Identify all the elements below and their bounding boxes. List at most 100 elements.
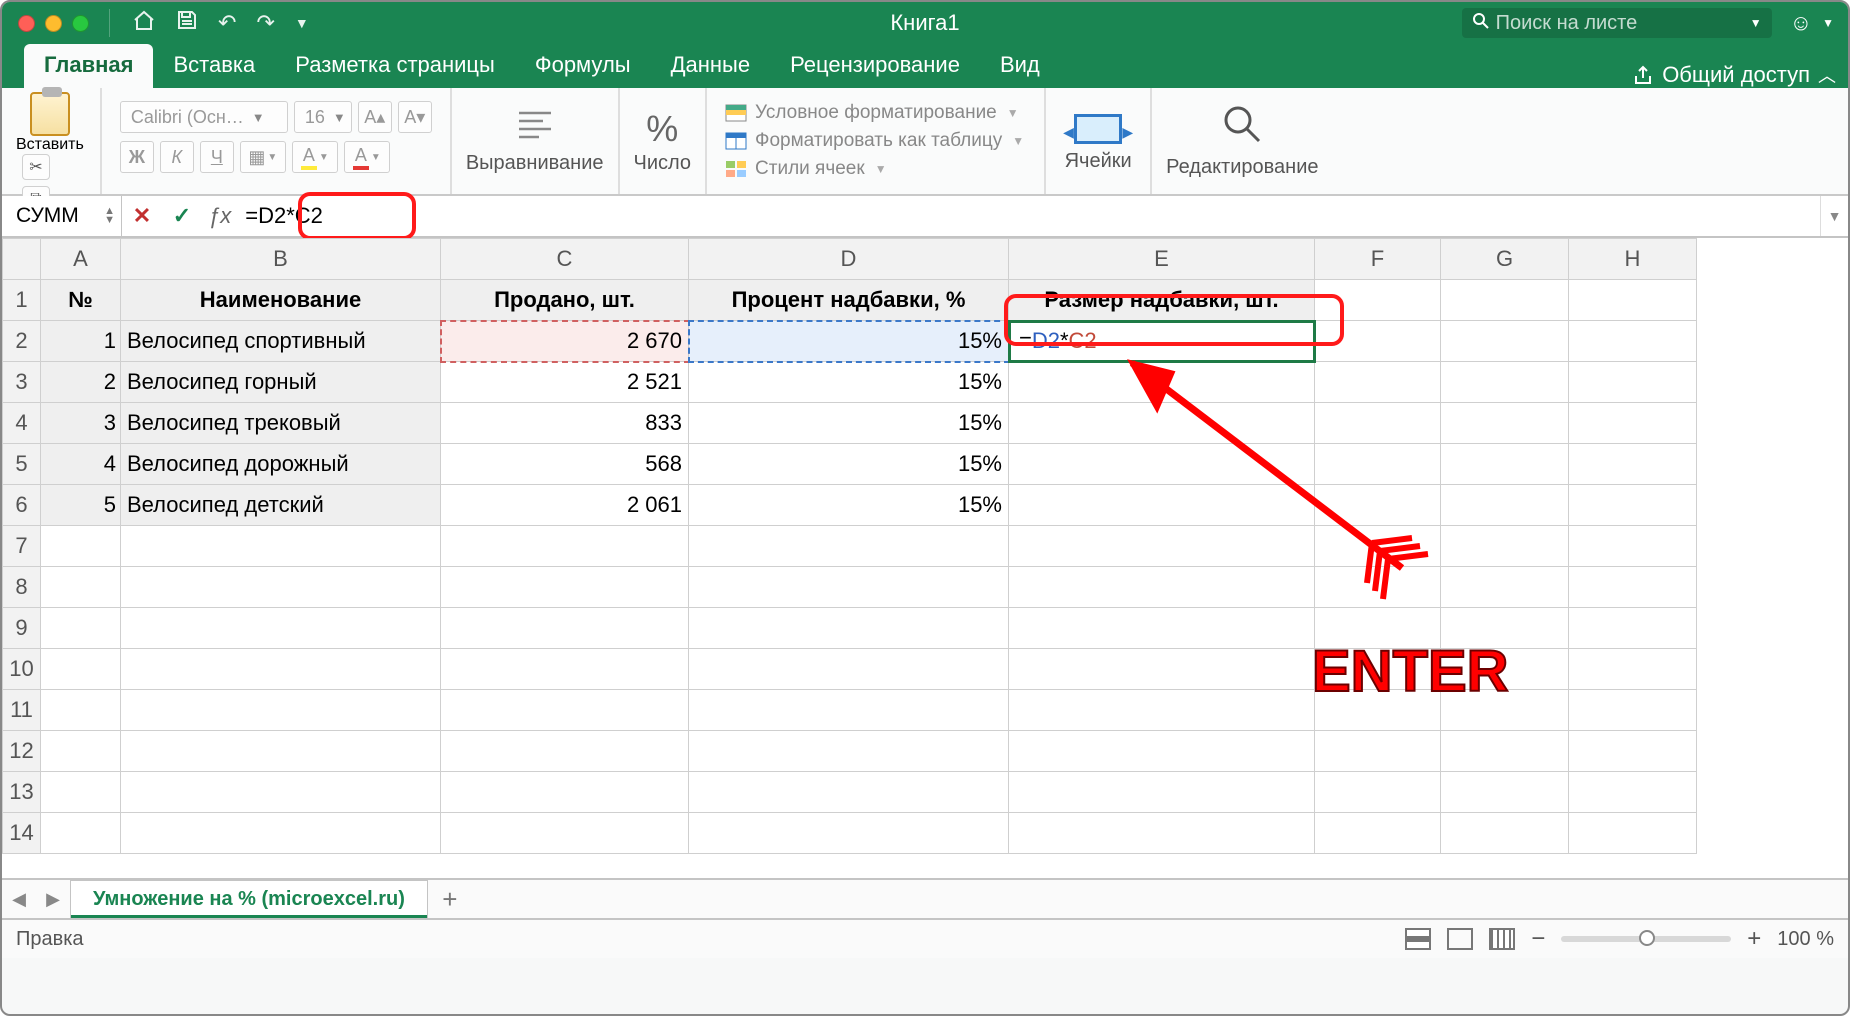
- spreadsheet-grid[interactable]: A B C D E F G H 1 № Наименование Продано…: [2, 238, 1848, 878]
- row-header-8[interactable]: 8: [3, 567, 41, 608]
- italic-button[interactable]: К: [160, 141, 194, 173]
- cell-G2[interactable]: [1441, 321, 1569, 362]
- tab-view[interactable]: Вид: [980, 44, 1060, 88]
- font-name-select[interactable]: Calibri (Осн…▼: [120, 101, 288, 133]
- row-header-13[interactable]: 13: [3, 772, 41, 813]
- redo-icon[interactable]: ↷: [246, 10, 284, 36]
- row-header-14[interactable]: 14: [3, 813, 41, 854]
- cell-A4[interactable]: 3: [41, 403, 121, 444]
- row-header-6[interactable]: 6: [3, 485, 41, 526]
- row-header-3[interactable]: 3: [3, 362, 41, 403]
- cell-A2[interactable]: 1: [41, 321, 121, 362]
- cell-B1[interactable]: Наименование: [121, 280, 441, 321]
- view-page-break-icon[interactable]: [1489, 928, 1515, 950]
- cell-styles-button[interactable]: Стили ячеек▼: [725, 158, 887, 180]
- sheet-nav-next[interactable]: ▶: [36, 889, 70, 910]
- cell-H1[interactable]: [1569, 280, 1697, 321]
- cell-E3[interactable]: [1009, 362, 1315, 403]
- format-as-table-button[interactable]: Форматировать как таблицу▼: [725, 130, 1024, 152]
- col-header-D[interactable]: D: [689, 239, 1009, 280]
- row-header-10[interactable]: 10: [3, 649, 41, 690]
- tab-home[interactable]: Главная: [24, 44, 153, 88]
- row-header-1[interactable]: 1: [3, 280, 41, 321]
- row-header-12[interactable]: 12: [3, 731, 41, 772]
- font-size-select[interactable]: 16▼: [294, 101, 352, 133]
- cell-H5[interactable]: [1569, 444, 1697, 485]
- cell-D2[interactable]: 15%: [689, 321, 1009, 362]
- cell-G1[interactable]: [1441, 280, 1569, 321]
- row-header-2[interactable]: 2: [3, 321, 41, 362]
- cell-A1[interactable]: №: [41, 280, 121, 321]
- cell-G3[interactable]: [1441, 362, 1569, 403]
- cell-F4[interactable]: [1315, 403, 1441, 444]
- cell-A3[interactable]: 2: [41, 362, 121, 403]
- col-header-E[interactable]: E: [1009, 239, 1315, 280]
- view-normal-icon[interactable]: [1405, 928, 1431, 950]
- sheet-tab-active[interactable]: Умножение на % (microexcel.ru): [70, 880, 428, 918]
- cell-C6[interactable]: 2 061: [441, 485, 689, 526]
- cell-H2[interactable]: [1569, 321, 1697, 362]
- enter-formula-button[interactable]: ✓: [162, 203, 202, 229]
- cells-group[interactable]: ◀▶ Ячейки: [1046, 88, 1152, 194]
- cell-C2[interactable]: 2 670: [441, 321, 689, 362]
- tab-formulas[interactable]: Формулы: [515, 44, 651, 88]
- cell-D1[interactable]: Процент надбавки, %: [689, 280, 1009, 321]
- cell-G4[interactable]: [1441, 403, 1569, 444]
- feedback-icon[interactable]: ☺: [1790, 10, 1812, 36]
- row-header-4[interactable]: 4: [3, 403, 41, 444]
- tab-data[interactable]: Данные: [651, 44, 770, 88]
- tab-review[interactable]: Рецензирование: [770, 44, 980, 88]
- close-window-button[interactable]: [18, 15, 35, 32]
- col-header-G[interactable]: G: [1441, 239, 1569, 280]
- cell-E6[interactable]: [1009, 485, 1315, 526]
- font-color-button[interactable]: A▼: [344, 141, 390, 173]
- cell-G5[interactable]: [1441, 444, 1569, 485]
- cell-F5[interactable]: [1315, 444, 1441, 485]
- name-box[interactable]: СУММ ▲▼: [2, 196, 122, 236]
- row-header-11[interactable]: 11: [3, 690, 41, 731]
- cell-G6[interactable]: [1441, 485, 1569, 526]
- cut-icon[interactable]: ✂: [22, 154, 50, 180]
- row-header-5[interactable]: 5: [3, 444, 41, 485]
- cell-B5[interactable]: Велосипед дорожный: [121, 444, 441, 485]
- cell-H6[interactable]: [1569, 485, 1697, 526]
- add-sheet-button[interactable]: +: [428, 884, 472, 915]
- cell-F2[interactable]: [1315, 321, 1441, 362]
- expand-formula-bar-icon[interactable]: ▼: [1820, 196, 1848, 236]
- home-icon[interactable]: [122, 9, 166, 37]
- col-header-F[interactable]: F: [1315, 239, 1441, 280]
- bold-button[interactable]: Ж: [120, 141, 154, 173]
- col-header-C[interactable]: C: [441, 239, 689, 280]
- sheet-nav-prev[interactable]: ◀: [2, 889, 36, 910]
- select-all-corner[interactable]: [3, 239, 41, 280]
- cell-B2[interactable]: Велосипед спортивный: [121, 321, 441, 362]
- underline-button[interactable]: Ч: [200, 141, 234, 173]
- feedback-dropdown-icon[interactable]: ▼: [1822, 16, 1834, 30]
- formula-input[interactable]: [237, 196, 1820, 236]
- cell-D6[interactable]: 15%: [689, 485, 1009, 526]
- save-icon[interactable]: [166, 9, 208, 37]
- zoom-in-button[interactable]: +: [1747, 925, 1761, 953]
- row-header-7[interactable]: 7: [3, 526, 41, 567]
- cell-H3[interactable]: [1569, 362, 1697, 403]
- decrease-font-icon[interactable]: A▾: [398, 101, 432, 133]
- zoom-level[interactable]: 100 %: [1777, 928, 1834, 951]
- cancel-formula-button[interactable]: ✕: [122, 203, 162, 229]
- cell-C1[interactable]: Продано, шт.: [441, 280, 689, 321]
- cell-D5[interactable]: 15%: [689, 444, 1009, 485]
- cell-C3[interactable]: 2 521: [441, 362, 689, 403]
- collapse-ribbon-icon[interactable]: ︿: [1818, 62, 1836, 88]
- editing-group[interactable]: Редактирование: [1152, 88, 1332, 194]
- cell-A5[interactable]: 4: [41, 444, 121, 485]
- increase-font-icon[interactable]: A▴: [358, 101, 392, 133]
- col-header-B[interactable]: B: [121, 239, 441, 280]
- search-input[interactable]: [1496, 12, 1744, 35]
- search-box[interactable]: ▼: [1462, 8, 1772, 38]
- cell-B4[interactable]: Велосипед трековый: [121, 403, 441, 444]
- cell-E1[interactable]: Размер надбавки, шт.: [1009, 280, 1315, 321]
- cell-H4[interactable]: [1569, 403, 1697, 444]
- view-page-layout-icon[interactable]: [1447, 928, 1473, 950]
- col-header-H[interactable]: H: [1569, 239, 1697, 280]
- cell-F1[interactable]: [1315, 280, 1441, 321]
- alignment-group[interactable]: Выравнивание: [452, 88, 620, 194]
